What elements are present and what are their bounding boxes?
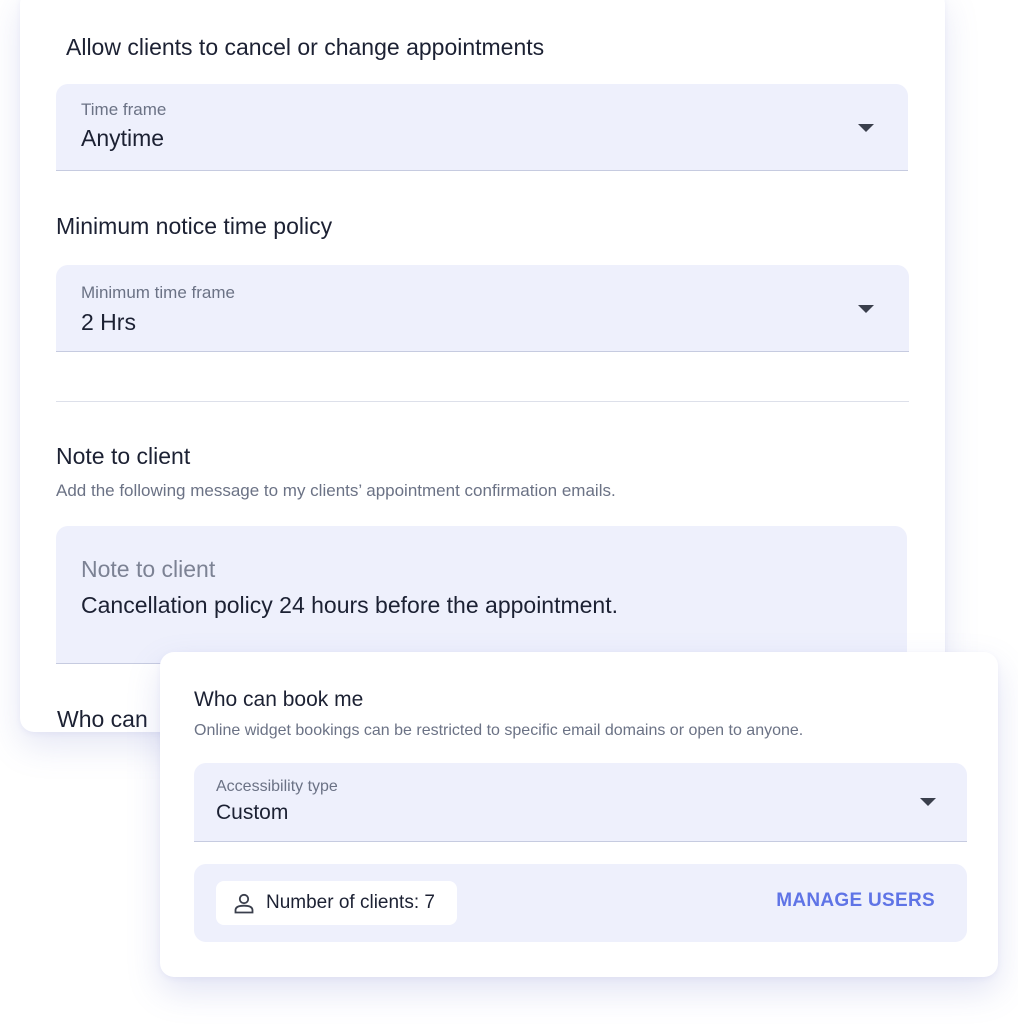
clients-bar: Number of clients: 7 MANAGE USERS [194, 864, 967, 942]
booking-policy-card: Allow clients to cancel or change appoin… [20, 0, 945, 732]
time-frame-value: Anytime [81, 125, 165, 151]
note-to-client-description: Add the following message to my clients’… [56, 481, 616, 500]
user-icon [232, 891, 256, 915]
chevron-down-icon [858, 124, 874, 132]
clients-count-chip: Number of clients: 7 [216, 881, 457, 925]
note-to-client-field-label: Note to client [81, 556, 216, 582]
accessibility-type-select[interactable]: Accessibility type Custom [194, 763, 967, 842]
accessibility-type-label: Accessibility type [216, 778, 338, 795]
minimum-time-frame-select[interactable]: Minimum time frame 2 Hrs [56, 265, 909, 352]
who-can-book-heading-partial: Who can [57, 706, 148, 732]
notice-policy-heading: Minimum notice time policy [56, 213, 333, 239]
cancel-change-heading: Allow clients to cancel or change appoin… [66, 34, 545, 60]
chevron-down-icon [920, 798, 936, 806]
minimum-time-frame-label: Minimum time frame [81, 283, 235, 302]
note-to-client-value: Cancellation policy 24 hours before the … [81, 592, 619, 618]
time-frame-label: Time frame [81, 100, 167, 119]
section-divider [56, 401, 909, 402]
minimum-time-frame-value: 2 Hrs [81, 309, 136, 335]
settings-stage: Allow clients to cancel or change appoin… [0, 0, 1018, 1024]
note-to-client-heading: Note to client [56, 443, 191, 469]
time-frame-select[interactable]: Time frame Anytime [56, 84, 908, 171]
note-to-client-textarea[interactable]: Note to client Cancellation policy 24 ho… [56, 526, 907, 664]
clients-count-text: Number of clients: 7 [266, 892, 435, 913]
who-can-book-card: Who can book me Online widget bookings c… [160, 652, 998, 977]
accessibility-type-value: Custom [216, 801, 289, 824]
who-can-book-heading: Who can book me [194, 688, 364, 711]
who-can-book-description: Online widget bookings can be restricted… [194, 722, 804, 739]
chevron-down-icon [858, 305, 874, 313]
manage-users-button[interactable]: MANAGE USERS [776, 890, 935, 912]
